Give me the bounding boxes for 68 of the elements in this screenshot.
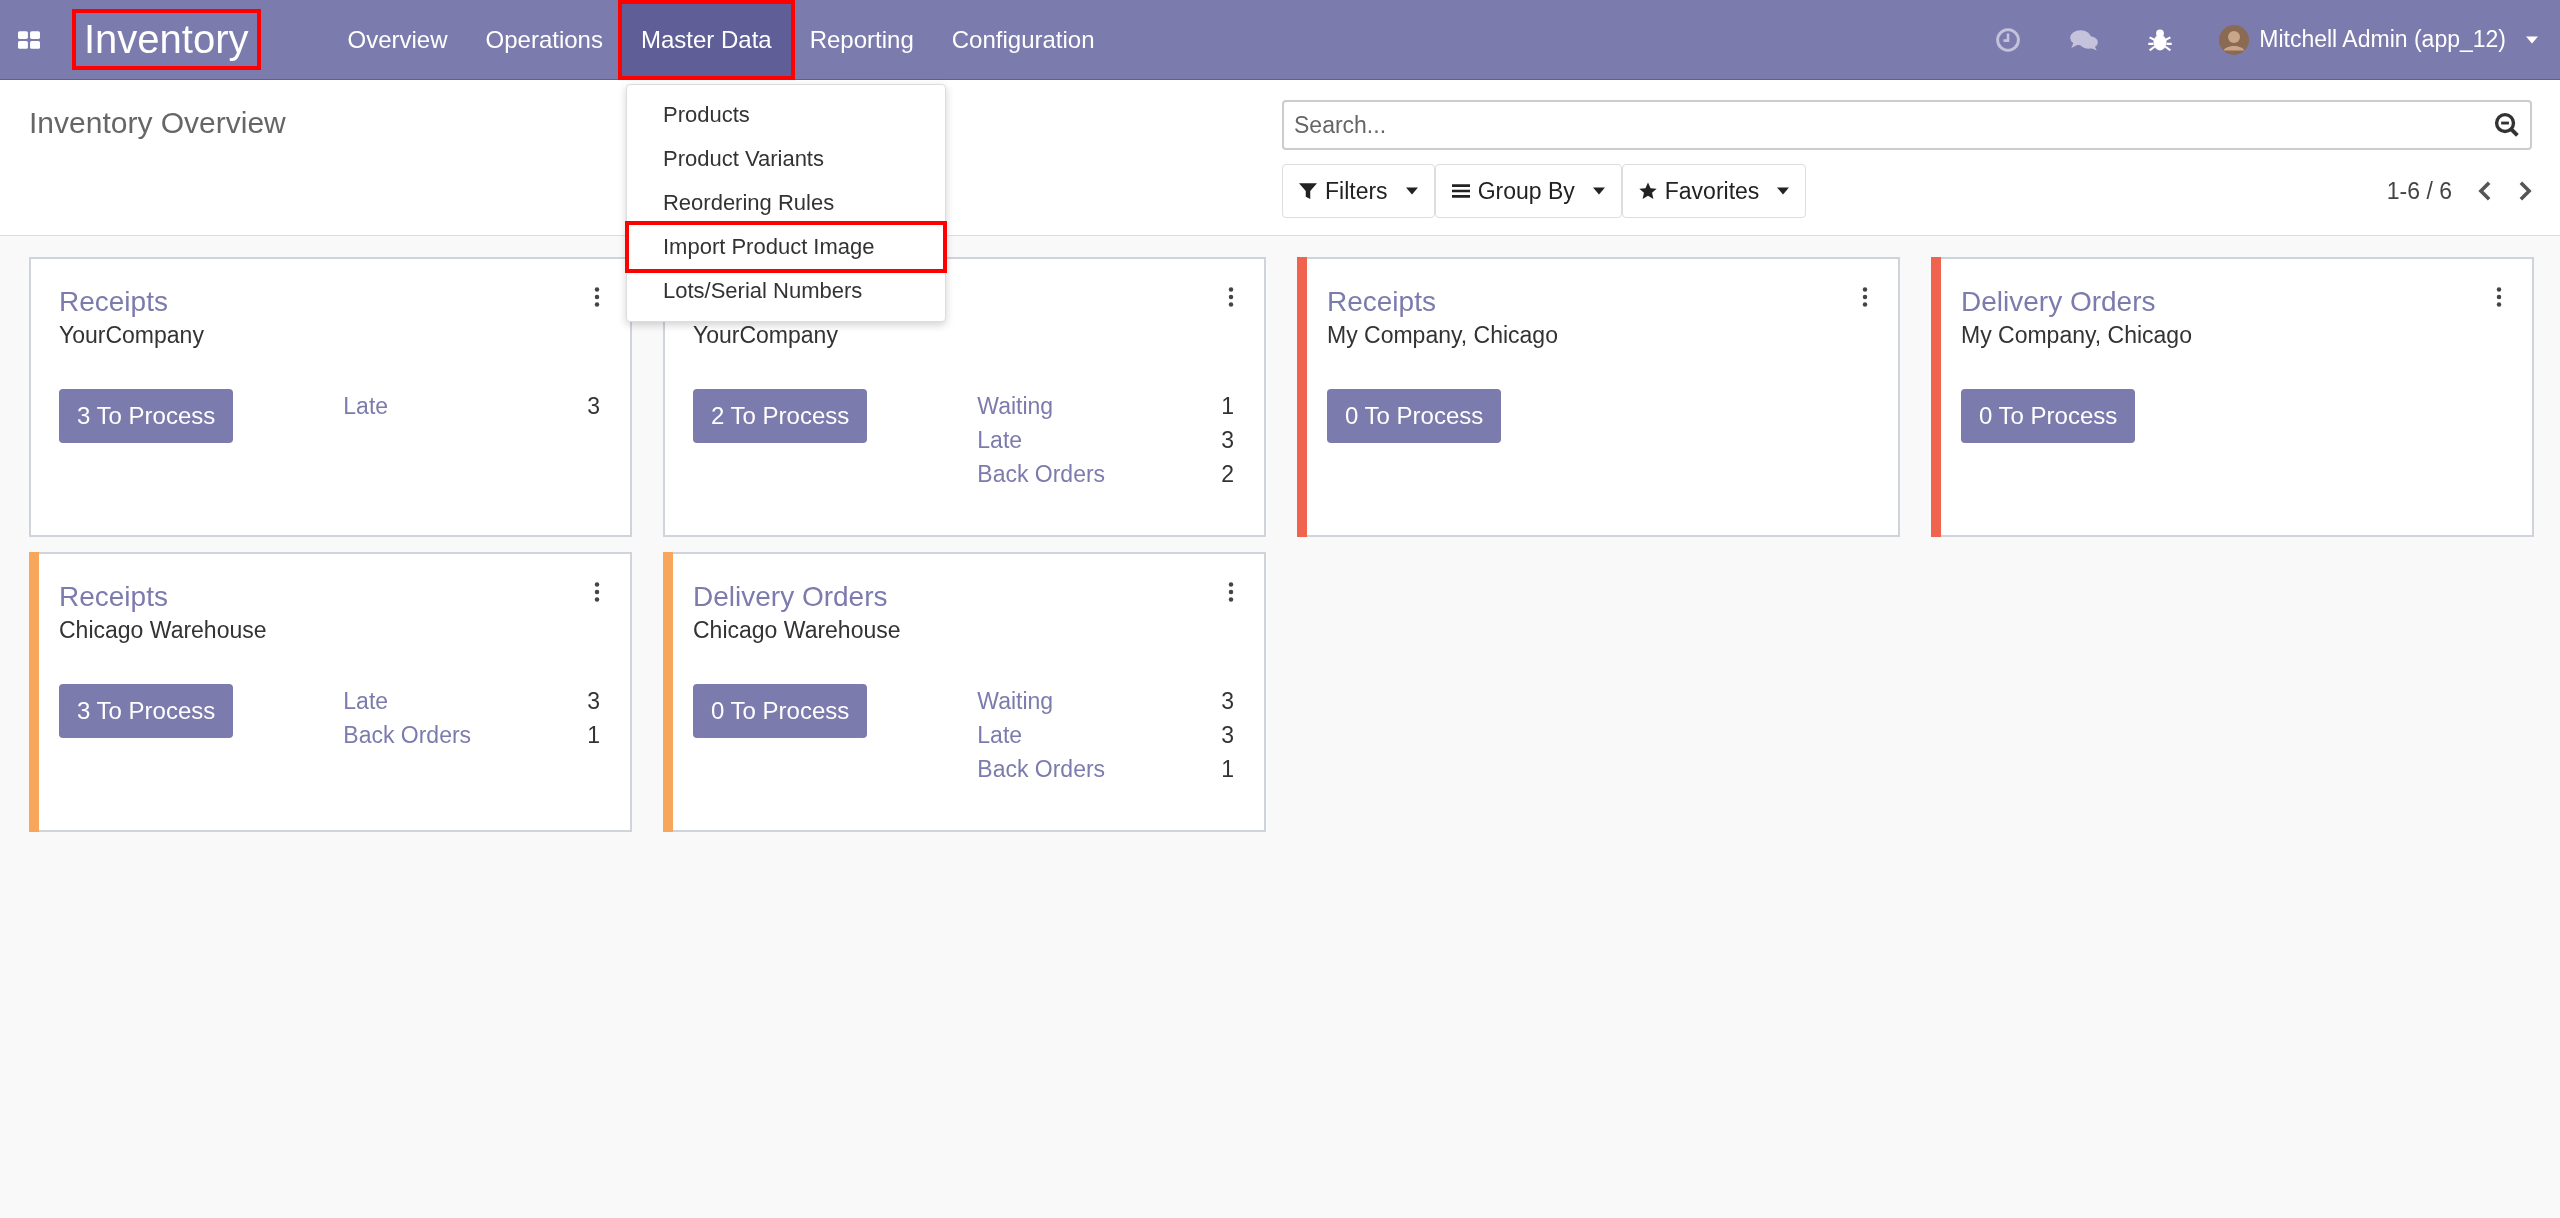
kebab-menu-icon[interactable]	[594, 582, 600, 602]
stat-count: 3	[587, 392, 600, 420]
card-subtitle: Chicago Warehouse	[59, 617, 267, 644]
to-process-button[interactable]: 3 To Process	[59, 389, 234, 443]
star-icon	[1638, 182, 1657, 200]
stat-link[interactable]: Waiting	[977, 687, 1054, 715]
user-menu[interactable]: Mitchell Admin (app_12)	[2219, 24, 2538, 55]
page-title: Inventory Overview	[29, 106, 286, 140]
pager-value: 1-6 / 6	[2386, 177, 2452, 205]
to-process-button[interactable]: 0 To Process	[1961, 389, 2136, 443]
dropdown-item[interactable]: Product Variants	[628, 137, 943, 181]
dropdown-item[interactable]: Lots/Serial Numbers	[628, 269, 943, 313]
stat-link[interactable]: Back Orders	[977, 755, 1106, 783]
stat-count: 3	[587, 687, 600, 715]
card-subtitle: My Company, Chicago	[1961, 322, 2192, 349]
caret-icon	[1777, 187, 1790, 195]
stat-link[interactable]: Waiting	[977, 392, 1054, 420]
menu-item[interactable]: Configuration	[932, 3, 1114, 76]
card-title-link[interactable]: Receipts	[1327, 286, 1558, 318]
stat-count: 1	[1221, 392, 1234, 420]
menu-item[interactable]: Overview	[328, 3, 467, 76]
menu-item[interactable]: Operations	[466, 3, 622, 76]
card-subtitle: Chicago Warehouse	[693, 617, 901, 644]
stat-link[interactable]: Late	[977, 426, 1023, 454]
stat-count: 3	[1221, 426, 1234, 454]
dropdown-item[interactable]: Products	[628, 93, 943, 137]
kebab-menu-icon[interactable]	[2496, 287, 2502, 307]
kebab-menu-icon[interactable]	[1862, 287, 1868, 307]
menu-item[interactable]: Reporting	[790, 3, 933, 76]
kebab-menu-icon[interactable]	[594, 287, 600, 307]
avatar-icon	[2219, 24, 2250, 55]
previous-page-icon[interactable]	[2478, 180, 2492, 202]
stat-count: 1	[587, 721, 600, 749]
funnel-icon	[1299, 182, 1317, 200]
search-option-button[interactable]: Favorites	[1621, 164, 1807, 218]
card-subtitle: YourCompany	[59, 322, 204, 349]
card-subtitle: YourCompany	[693, 322, 838, 349]
to-process-button[interactable]: 0 To Process	[693, 684, 868, 738]
apps-menu-icon[interactable]	[18, 30, 40, 49]
to-process-button[interactable]: 3 To Process	[59, 684, 234, 738]
stat-link[interactable]: Late	[343, 392, 389, 420]
stat-link[interactable]: Late	[343, 687, 389, 715]
search-option-button[interactable]: Group By	[1434, 164, 1622, 218]
stat-link[interactable]: Late	[977, 721, 1023, 749]
caret-icon	[2526, 35, 2538, 44]
to-process-button[interactable]: 2 To Process	[693, 389, 868, 443]
caret-icon	[1405, 187, 1418, 195]
kebab-menu-icon[interactable]	[1228, 287, 1234, 307]
stat-count: 2	[1221, 460, 1234, 488]
dropdown-item[interactable]: Reordering Rules	[628, 181, 943, 225]
list-icon	[1451, 182, 1470, 200]
stat-link[interactable]: Back Orders	[977, 460, 1106, 488]
search-icon[interactable]	[2494, 112, 2520, 138]
stat-count: 3	[1221, 721, 1234, 749]
stat-link[interactable]: Back Orders	[343, 721, 472, 749]
stat-count: 3	[1221, 687, 1234, 715]
next-page-icon[interactable]	[2518, 180, 2532, 202]
card-title-link[interactable]: Receipts	[59, 581, 267, 613]
search-option-button[interactable]: Filters	[1282, 164, 1435, 218]
kebab-menu-icon[interactable]	[1228, 582, 1234, 602]
card-subtitle: My Company, Chicago	[1327, 322, 1558, 349]
card-title-link[interactable]: Delivery Orders	[1961, 286, 2192, 318]
search-field[interactable]: Search...	[1282, 100, 2532, 150]
card-title-link[interactable]: Receipts	[59, 286, 204, 318]
stat-count: 1	[1221, 755, 1234, 783]
card-title-link[interactable]: Delivery Orders	[693, 581, 901, 613]
caret-icon	[1592, 187, 1605, 195]
to-process-button[interactable]: 0 To Process	[1327, 389, 1502, 443]
